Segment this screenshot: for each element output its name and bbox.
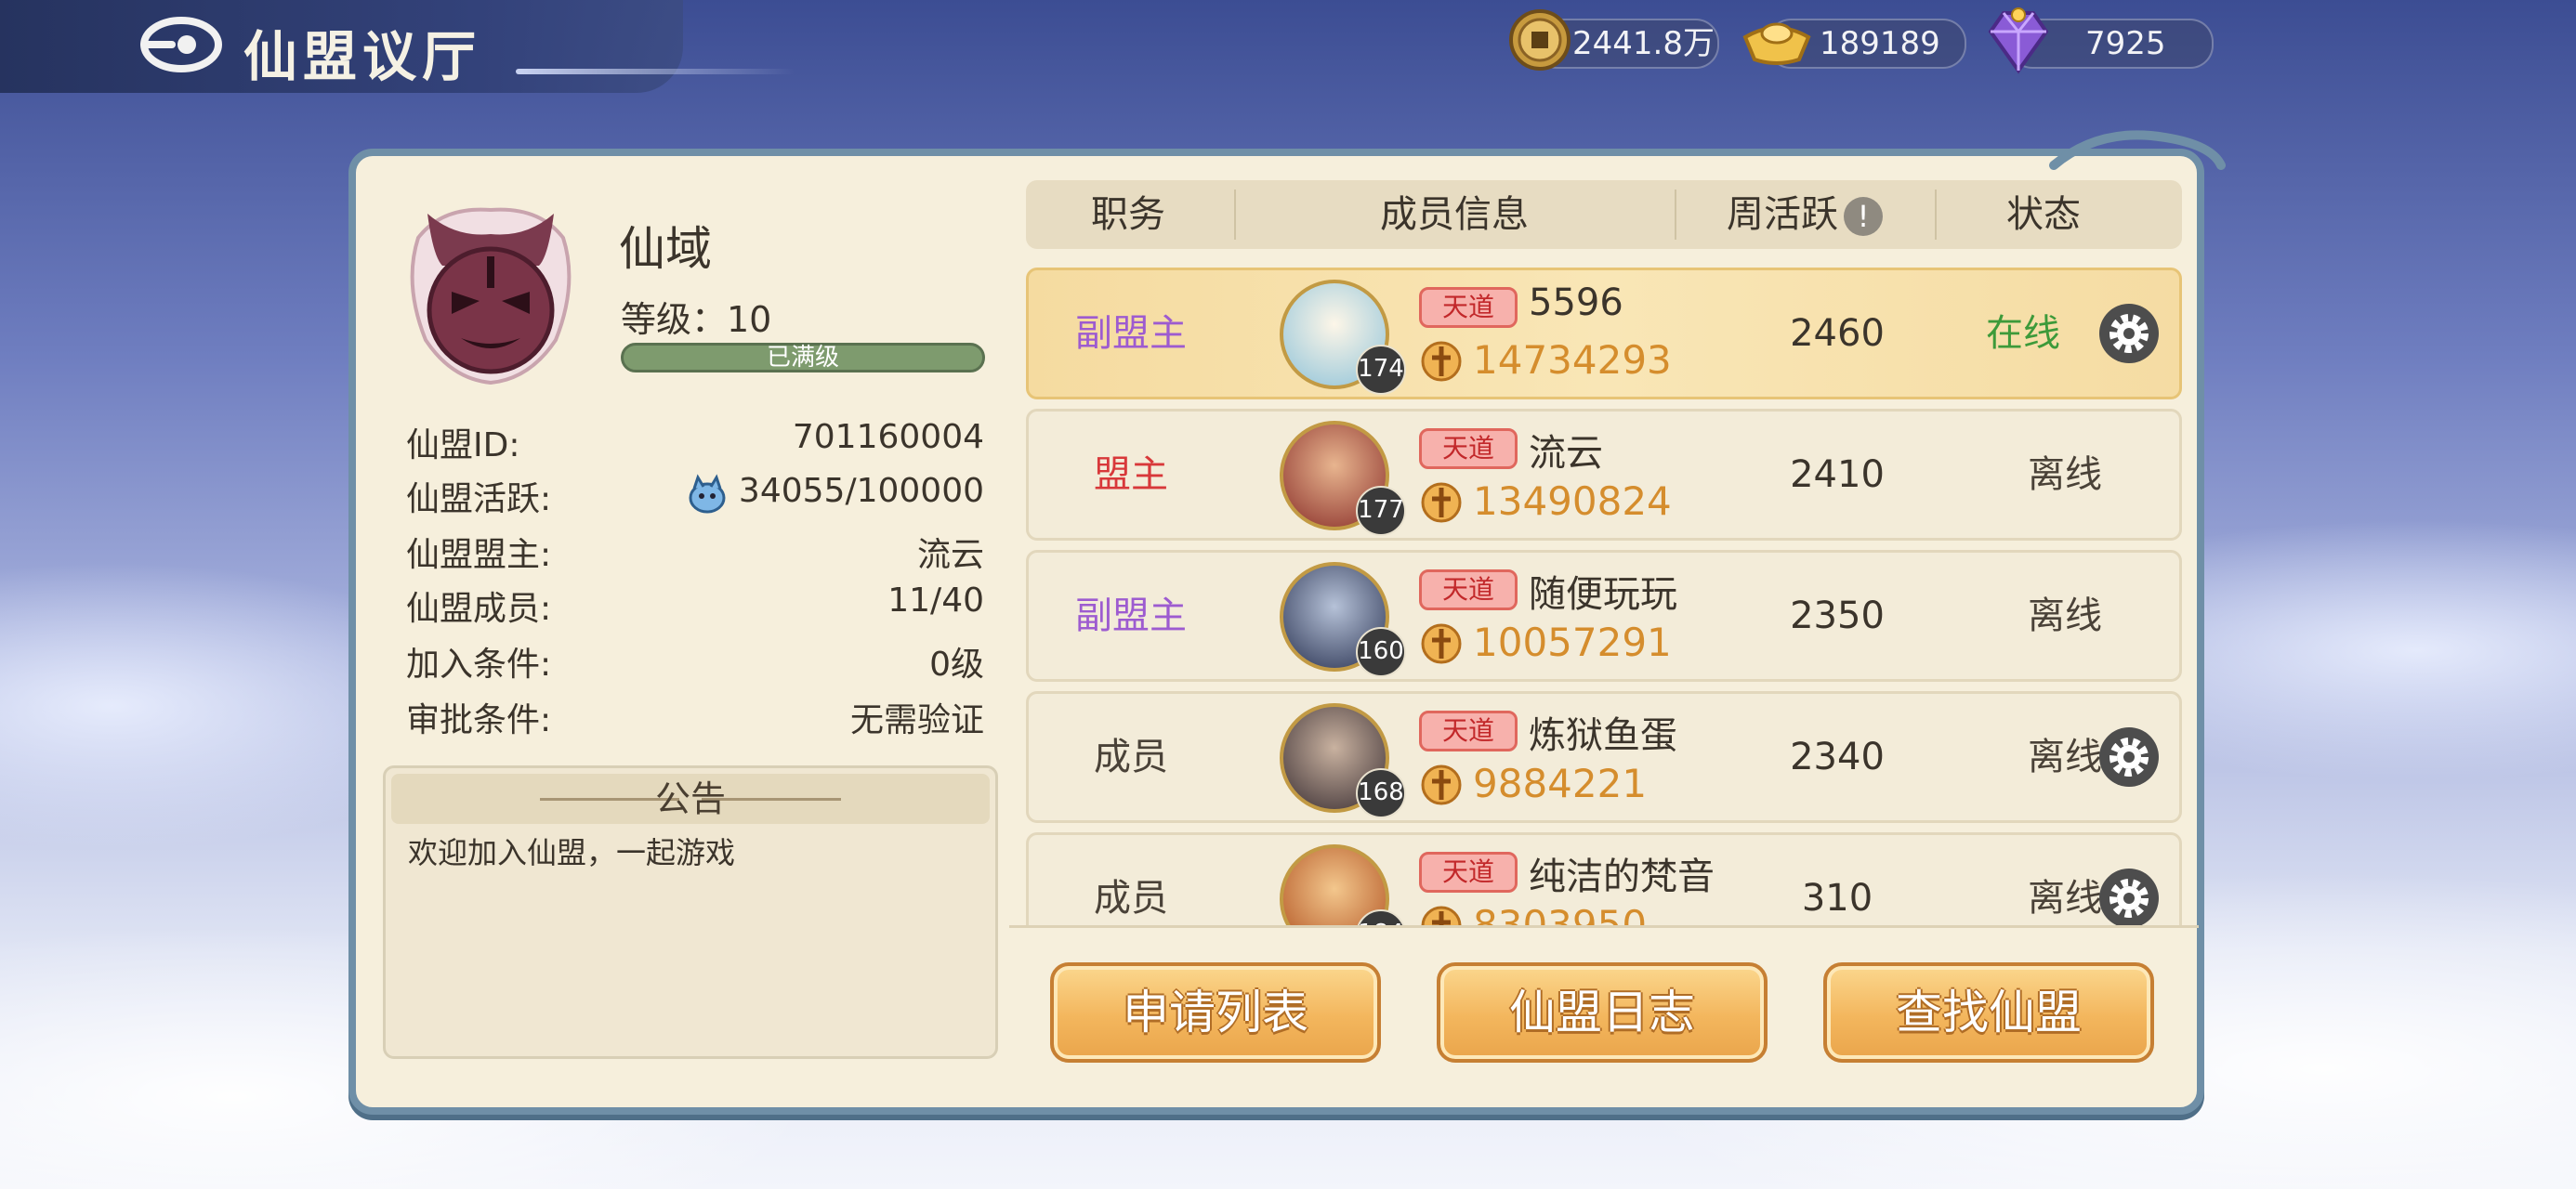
member-name: 随便玩玩 — [1529, 573, 1677, 616]
member-weekly-activity: 310 — [1801, 877, 1873, 920]
member-table-header: 职务 成员信息 周活跃! 状态 — [1026, 180, 2182, 249]
realm-tag: 天道 — [1419, 287, 1518, 328]
member-name: 炼狱鱼蛋 — [1529, 714, 1677, 757]
combat-power-icon — [1421, 341, 1462, 382]
panel-corner-ornament — [2049, 130, 2226, 170]
member-role: 成员 — [1094, 877, 1168, 920]
member-status: 离线 — [2028, 594, 2102, 637]
member-combat-power: 8303950 — [1473, 902, 1648, 925]
combat-power-icon — [1421, 906, 1462, 925]
guild-log-button[interactable]: 仙盟日志 — [1437, 962, 1768, 1063]
back-button[interactable] — [135, 15, 222, 74]
member-combat-power: 9884221 — [1473, 761, 1648, 806]
member-level-badge: 177 — [1356, 486, 1406, 536]
member-list[interactable]: 副盟主 174 天道 5596 14734293 2460 在线 盟主 177 … — [1022, 264, 2186, 925]
member-row[interactable]: 副盟主 160 天道 随便玩玩 10057291 2350 离线 — [1026, 550, 2182, 682]
notice-text: 欢迎加入仙盟，一起游戏 — [408, 835, 736, 870]
info-approval-condition: 审批条件: 无需验证 — [406, 693, 984, 739]
member-name: 5596 — [1529, 281, 1623, 324]
member-row[interactable]: 成员 184 天道 纯洁的梵音 8303950 310 离线 — [1026, 832, 2182, 925]
member-row[interactable]: 成员 168 天道 炼狱鱼蛋 9884221 2340 离线 — [1026, 691, 2182, 823]
info-key: 仙盟ID: — [406, 426, 520, 464]
member-level-badge: 168 — [1356, 768, 1406, 818]
info-value: 34055/100000 — [738, 472, 984, 510]
member-combat-power: 13490824 — [1473, 478, 1672, 524]
combat-power-icon — [1421, 764, 1462, 805]
member-role: 盟主 — [1094, 453, 1168, 496]
member-level-badge: 174 — [1356, 345, 1406, 395]
info-key: 加入条件: — [406, 646, 552, 684]
resource-ingot-value: 189189 — [1820, 25, 1940, 62]
member-weekly-activity: 2340 — [1790, 736, 1885, 778]
member-name: 纯洁的梵音 — [1529, 856, 1715, 898]
member-role: 副盟主 — [1075, 594, 1187, 637]
info-guild-activity: 仙盟活跃: 34055/100000 — [406, 472, 984, 518]
info-value: 11/40 — [887, 581, 984, 620]
combat-power-icon — [1421, 623, 1462, 664]
notice-header: 公告 — [391, 774, 990, 824]
info-guild-leader: 仙盟盟主: 流云 — [406, 528, 984, 574]
combat-power-icon — [1421, 482, 1462, 523]
guild-emblem-icon — [410, 207, 572, 385]
member-weekly-activity: 2350 — [1790, 594, 1885, 637]
page-title: 仙盟议厅 — [243, 25, 482, 88]
copper-coin-icon — [1509, 9, 1571, 71]
header-weekly-activity-label: 周活跃 — [1727, 193, 1838, 236]
info-join-condition: 加入条件: 0级 — [406, 637, 984, 684]
resource-gem-value: 7925 — [2085, 25, 2166, 62]
gear-icon[interactable] — [2097, 725, 2161, 789]
info-guild-id: 仙盟ID: 701160004 — [406, 418, 984, 464]
guild-level: 等级：10 — [621, 299, 772, 340]
info-value: 无需验证 — [849, 701, 984, 739]
info-key: 仙盟盟主: — [406, 536, 552, 574]
member-row[interactable]: 副盟主 174 天道 5596 14734293 2460 在线 — [1026, 268, 2182, 399]
member-weekly-activity: 2410 — [1790, 453, 1885, 496]
title-underline — [516, 69, 795, 74]
member-combat-power: 10057291 — [1473, 620, 1672, 665]
find-guild-button[interactable]: 查找仙盟 — [1823, 962, 2154, 1063]
header-status: 状态 — [2006, 193, 2081, 236]
notice-title: 公告 — [654, 778, 726, 819]
info-guild-members: 仙盟成员: 11/40 — [406, 581, 984, 628]
guild-level-bar-text: 已满级 — [766, 344, 839, 372]
guild-name: 仙域 — [619, 222, 712, 276]
info-value: 流云 — [916, 536, 984, 574]
resource-coin-value: 2441.8万 — [1572, 25, 1715, 62]
realm-tag: 天道 — [1419, 569, 1518, 610]
list-divider — [1009, 925, 2199, 928]
top-bar: 仙盟议厅 — [0, 0, 683, 93]
member-role: 副盟主 — [1075, 312, 1187, 355]
activity-pet-icon — [689, 474, 726, 514]
member-row[interactable]: 盟主 177 天道 流云 13490824 2410 离线 — [1026, 409, 2182, 541]
info-value: 0级 — [929, 646, 984, 684]
gear-icon[interactable] — [2097, 867, 2161, 925]
info-key: 仙盟活跃: — [406, 480, 552, 518]
gear-icon[interactable] — [2097, 302, 2161, 365]
guild-level-bar: 已满级 — [621, 343, 985, 372]
notice-box: 公告 欢迎加入仙盟，一起游戏 — [383, 765, 998, 1059]
gold-ingot-icon — [1742, 22, 1811, 65]
info-exclamation-icon[interactable]: ! — [1844, 197, 1883, 236]
realm-tag: 天道 — [1419, 852, 1518, 893]
purple-gem-icon — [1988, 7, 2049, 74]
header-role: 职务 — [1091, 193, 1165, 236]
member-level-badge: 160 — [1356, 627, 1406, 677]
member-status: 在线 — [1986, 312, 2060, 355]
realm-tag: 天道 — [1419, 711, 1518, 751]
member-combat-power: 14734293 — [1473, 337, 1672, 383]
apply-list-button[interactable]: 申请列表 — [1050, 962, 1381, 1063]
info-value: 701160004 — [792, 418, 984, 456]
member-status: 离线 — [2028, 453, 2102, 496]
member-name: 流云 — [1529, 432, 1603, 475]
header-member-info: 成员信息 — [1380, 193, 1529, 236]
info-key: 仙盟成员: — [406, 590, 552, 628]
header-weekly-activity[interactable]: 周活跃! — [1676, 180, 1933, 249]
info-key: 审批条件: — [406, 701, 552, 739]
realm-tag: 天道 — [1419, 428, 1518, 469]
member-weekly-activity: 2460 — [1790, 312, 1885, 355]
member-role: 成员 — [1094, 736, 1168, 778]
